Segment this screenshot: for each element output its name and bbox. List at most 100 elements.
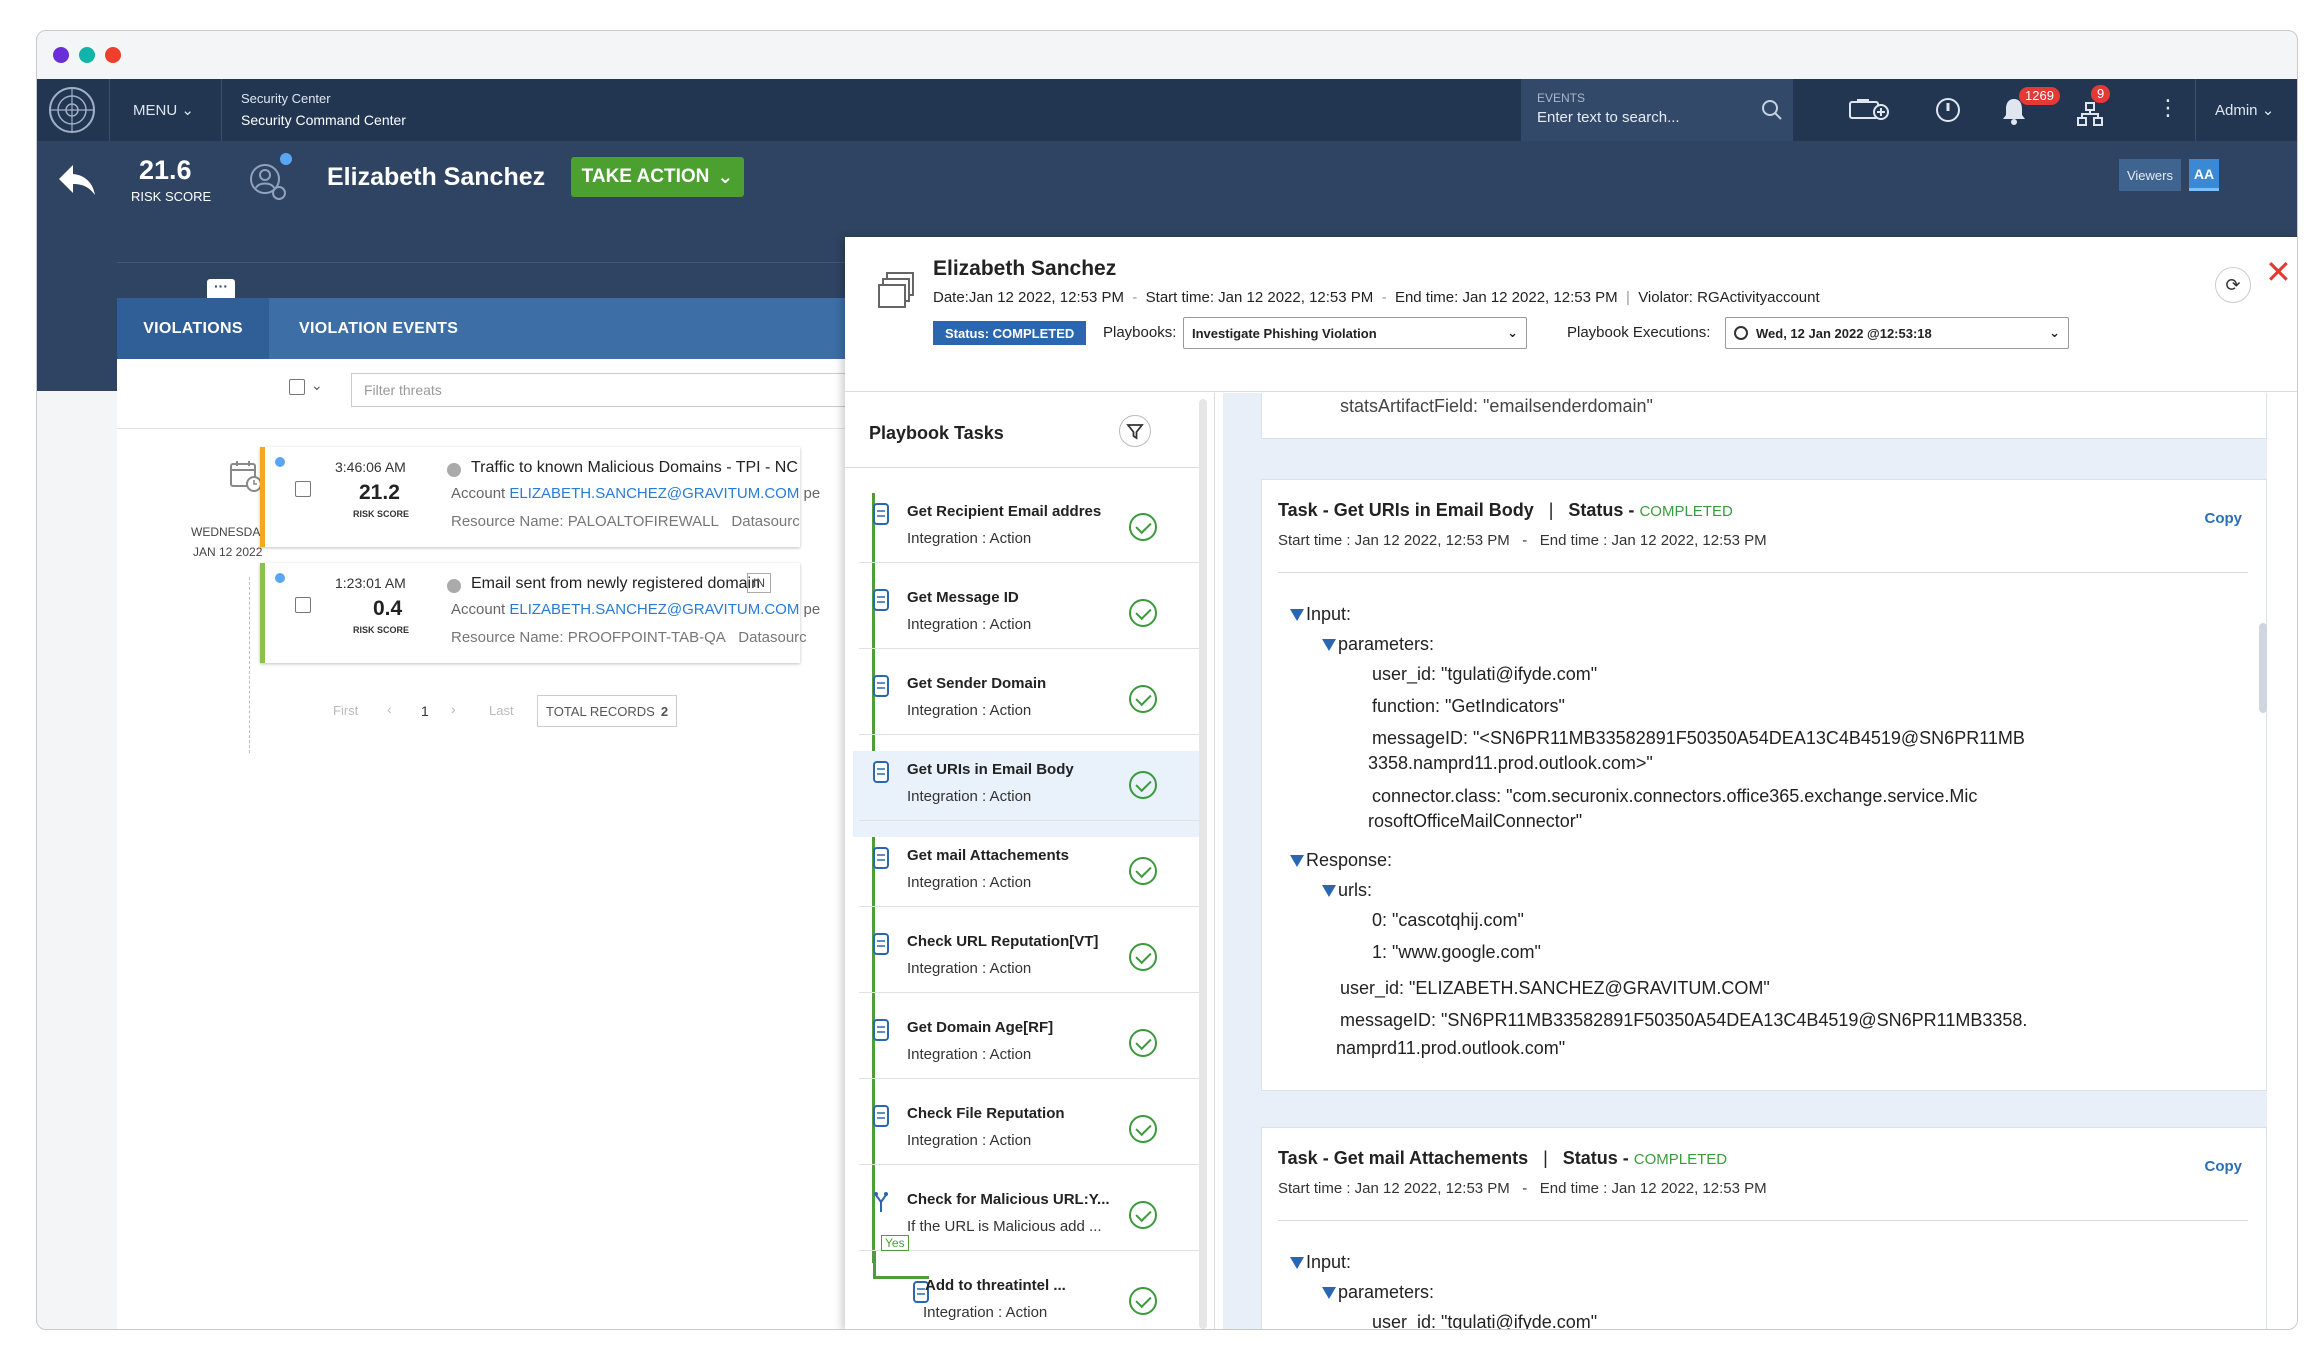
violation-checkbox[interactable] xyxy=(295,597,311,613)
violation-time: 1:23:01 AM xyxy=(335,575,406,591)
completed-check-icon xyxy=(1129,1115,1157,1143)
branch-node-icon xyxy=(874,1192,888,1212)
task-item[interactable]: Add to threatintel ... Integration : Acti… xyxy=(913,1251,1199,1329)
task-item[interactable]: Get Domain Age[RF] Integration : Action xyxy=(859,993,1199,1079)
playbooks-label: Playbooks: xyxy=(1103,324,1177,341)
chevron-down-icon: ⌄ xyxy=(1507,325,1518,340)
expand-icon[interactable] xyxy=(447,579,461,593)
search-icon[interactable] xyxy=(1761,99,1783,121)
violation-card[interactable]: 3:46:06 AM 21.2 RISK SCORE Traffic to kn… xyxy=(260,447,820,547)
pagination-current[interactable]: 1 xyxy=(421,703,429,719)
account-link[interactable]: ELIZABETH.SANCHEZ@GRAVITUM.COM xyxy=(509,601,799,618)
integration-node-icon xyxy=(873,589,889,611)
violation-time: 3:46:06 AM xyxy=(335,459,406,475)
radar-logo-icon[interactable] xyxy=(47,85,97,135)
next-page-icon[interactable]: › xyxy=(451,701,456,717)
playbook-tasks-list: Playbook Tasks Get Recipient Email addre… xyxy=(845,393,1215,1329)
violation-tag: IN xyxy=(747,573,771,593)
select-all-checkbox[interactable] xyxy=(289,379,305,395)
parameters-node[interactable]: parameters: xyxy=(1322,634,1434,655)
window-dot-teal[interactable] xyxy=(79,47,95,63)
task-status: COMPLETED xyxy=(1639,503,1733,520)
completed-check-icon xyxy=(1129,1287,1157,1315)
network-count-badge: 9 xyxy=(2091,85,2111,103)
tab-violations[interactable]: VIOLATIONS xyxy=(117,298,269,359)
playbook-select[interactable]: Investigate Phishing Violation ⌄ xyxy=(1183,317,1527,349)
outer-scrollbar[interactable] xyxy=(2267,393,2277,1329)
add-case-icon[interactable] xyxy=(1849,99,1889,121)
unread-dot xyxy=(275,573,285,583)
integration-node-icon xyxy=(873,503,889,525)
violation-title[interactable]: Email sent from newly registered domain xyxy=(471,575,760,593)
violation-score-label: RISK SCORE xyxy=(353,509,410,519)
menu-button[interactable]: MENU ⌄ xyxy=(133,101,194,119)
integration-node-icon xyxy=(873,761,889,783)
completed-check-icon xyxy=(1129,943,1157,971)
risk-score-label: RISK SCORE xyxy=(131,189,212,204)
input-node[interactable]: Input: xyxy=(1290,604,1351,625)
account-link[interactable]: ELIZABETH.SANCHEZ@GRAVITUM.COM xyxy=(509,485,799,502)
detail-scrollbar[interactable] xyxy=(2259,623,2267,713)
input-node[interactable]: Input: xyxy=(1290,1252,1351,1273)
violation-score-label: RISK SCORE xyxy=(353,625,410,635)
copy-button[interactable]: Copy xyxy=(2205,510,2243,527)
calendar-clock-icon xyxy=(230,461,262,492)
filter-icon[interactable] xyxy=(1119,415,1151,447)
integration-node-icon xyxy=(873,847,889,869)
search-box[interactable]: EVENTS Enter text to search... xyxy=(1521,79,1793,141)
response-node[interactable]: Response: xyxy=(1290,850,1392,871)
pagination-first[interactable]: First xyxy=(333,703,358,718)
power-shield-icon[interactable] xyxy=(1935,97,1961,123)
task-item[interactable]: Get Recipient Email addres Integration : … xyxy=(859,477,1199,563)
viewer-avatar[interactable]: AA xyxy=(2189,159,2219,191)
chevron-down-icon: ⌄ xyxy=(717,166,734,188)
integration-node-icon xyxy=(873,675,889,697)
date-day: JAN 12 2022 xyxy=(193,545,263,559)
take-action-button[interactable]: TAKE ACTION ⌄ xyxy=(571,157,744,197)
window-dot-red[interactable] xyxy=(105,47,121,63)
user-watch-icon[interactable] xyxy=(247,153,301,201)
copy-button[interactable]: Copy xyxy=(2205,1158,2243,1175)
refresh-icon[interactable]: ⟳ xyxy=(2215,267,2251,303)
unread-dot xyxy=(275,457,285,467)
window-dot-purple[interactable] xyxy=(53,47,69,63)
close-icon[interactable]: ✕ xyxy=(2265,253,2292,291)
pagination-last[interactable]: Last xyxy=(489,703,514,718)
violation-checkbox[interactable] xyxy=(295,481,311,497)
playbook-user: Elizabeth Sanchez xyxy=(933,257,1117,280)
urls-node[interactable]: urls: xyxy=(1322,880,1372,901)
breadcrumb-parent[interactable]: Security Center xyxy=(241,91,331,106)
user-menu[interactable]: Admin ⌄ xyxy=(2215,101,2274,119)
prev-page-icon[interactable]: ‹ xyxy=(387,701,392,717)
alerts-count-badge: 1269 xyxy=(2019,87,2060,105)
search-input[interactable]: Enter text to search... xyxy=(1537,109,1680,126)
more-vertical-icon[interactable]: ⋮ xyxy=(2157,95,2179,121)
expand-icon[interactable] xyxy=(447,463,461,477)
task-card-title: Task - Get URIs in Email Body | Status -… xyxy=(1278,500,1733,520)
chevron-down-icon[interactable]: ⌄ xyxy=(311,377,323,394)
task-item[interactable]: Check URL Reputation[VT] Integration : Ac… xyxy=(859,907,1199,993)
task-detail-area: statsArtifactField: "emailsenderdomain" … xyxy=(1223,393,2271,1329)
filter-threats-input[interactable]: Filter threats xyxy=(351,373,847,407)
tab-violation-events[interactable]: VIOLATION EVENTS xyxy=(299,298,458,359)
parameters-node[interactable]: parameters: xyxy=(1322,1282,1434,1303)
execution-select[interactable]: Wed, 12 Jan 2022 @12:53:18 ⌄ xyxy=(1725,317,2069,349)
task-item[interactable]: Get mail Attachements Integration : Actio… xyxy=(859,821,1199,907)
violation-card[interactable]: 1:23:01 AM 0.4 RISK SCORE Email sent fro… xyxy=(260,563,820,663)
task-card-times: Start time : Jan 12 2022, 12:53 PM - End… xyxy=(1278,1180,1767,1197)
network-icon[interactable] xyxy=(2077,101,2103,127)
back-arrow-icon[interactable] xyxy=(57,163,97,197)
top-nav: MENU ⌄ Security Center Security Command … xyxy=(37,79,2297,141)
tasks-title: Playbook Tasks xyxy=(869,423,1004,443)
task-item[interactable]: Get Sender Domain Integration : Action xyxy=(859,649,1199,735)
completed-check-icon xyxy=(1129,771,1157,799)
task-item[interactable]: Check for Malicious URL:Y... If the URL i… xyxy=(859,1165,1199,1251)
task-item[interactable]: Check File Reputation Integration : Actio… xyxy=(859,1079,1199,1165)
app-window: MENU ⌄ Security Center Security Command … xyxy=(36,30,2298,1330)
date-weekday: WEDNESDAY xyxy=(191,525,268,539)
previous-task-card: statsArtifactField: "emailsenderdomain" xyxy=(1261,393,2267,439)
task-item-selected[interactable]: Get URIs in Email Body Integration : Acti… xyxy=(859,735,1199,821)
violation-score: 0.4 xyxy=(373,597,403,620)
violation-title[interactable]: Traffic to known Malicious Domains - TPI… xyxy=(471,459,798,477)
task-item[interactable]: Get Message ID Integration : Action xyxy=(859,563,1199,649)
